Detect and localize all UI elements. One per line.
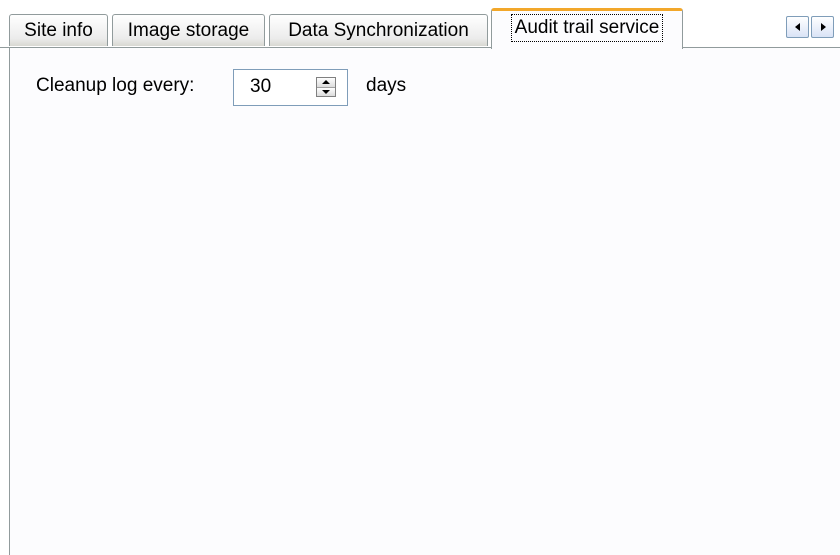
audit-trail-panel xyxy=(9,48,840,555)
tab-scroll-left-button[interactable] xyxy=(786,16,809,38)
tab-data-synchronization-label: Data Synchronization xyxy=(288,20,469,41)
cleanup-days-spinner[interactable]: 30 xyxy=(233,69,348,106)
tab-data-synchronization[interactable]: Data Synchronization xyxy=(269,14,488,46)
tab-audit-trail-service[interactable]: Audit trail service xyxy=(491,8,683,49)
arrow-left-icon xyxy=(794,23,800,31)
tab-image-storage[interactable]: Image storage xyxy=(112,14,265,46)
tab-site-info[interactable]: Site info xyxy=(9,14,108,46)
spinner-buttons xyxy=(316,77,336,97)
spinner-down-button[interactable] xyxy=(317,86,335,96)
spinner-down-icon xyxy=(322,89,330,94)
cleanup-days-value[interactable]: 30 xyxy=(250,75,271,99)
cleanup-log-label: Cleanup log every: xyxy=(36,75,195,96)
tab-image-storage-label: Image storage xyxy=(127,20,250,41)
tab-scroll-right-button[interactable] xyxy=(811,16,834,38)
tab-site-info-label: Site info xyxy=(24,20,93,41)
spinner-up-button[interactable] xyxy=(317,78,335,87)
cleanup-unit-label: days xyxy=(366,75,407,96)
tab-audit-trail-service-label: Audit trail service xyxy=(510,14,664,42)
tab-strip-divider xyxy=(0,47,840,48)
spinner-up-icon xyxy=(322,80,330,85)
tab-scroll-buttons xyxy=(786,16,836,38)
options-window: Site info Image storage Data Synchroniza… xyxy=(0,0,840,555)
arrow-right-icon xyxy=(820,23,826,31)
tab-strip: Site info Image storage Data Synchroniza… xyxy=(0,0,840,49)
